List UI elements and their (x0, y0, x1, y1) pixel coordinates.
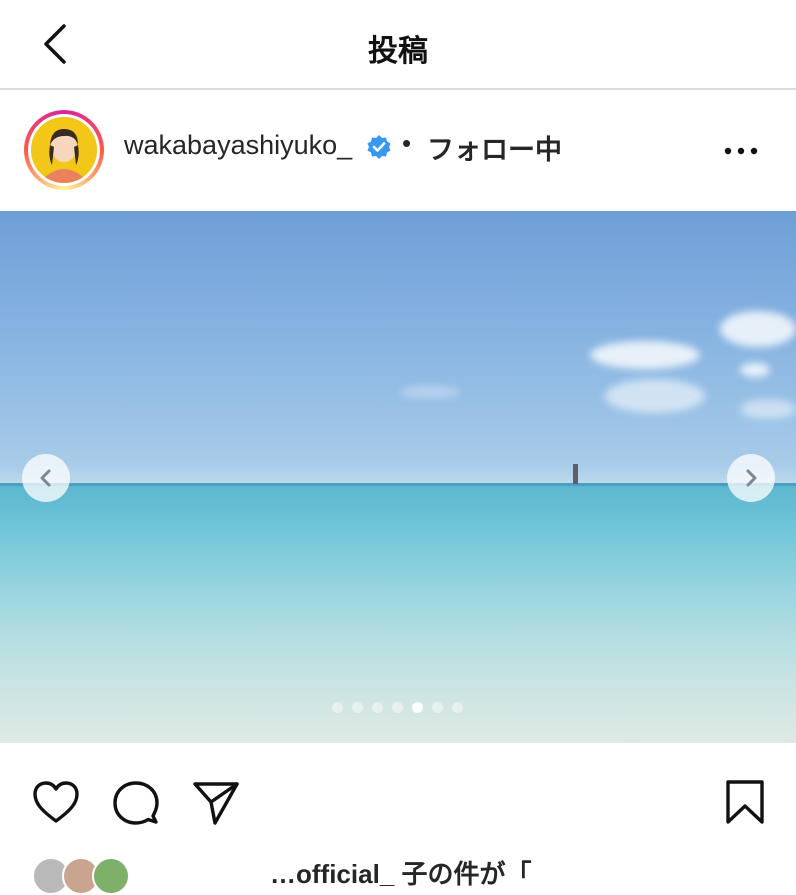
carousel-dot (432, 702, 443, 713)
previous-slide-button[interactable] (22, 454, 70, 502)
carousel-dot (452, 702, 463, 713)
caption-text: …official_ 子の件が「 (270, 859, 532, 889)
separator-dot: • (402, 128, 412, 158)
carousel-dot (412, 702, 423, 713)
horizon-line (0, 483, 796, 486)
avatar (31, 117, 97, 183)
cloud (720, 311, 796, 347)
page-title: 投稿 (368, 35, 428, 68)
avatar (92, 857, 130, 895)
next-slide-button[interactable] (727, 454, 775, 502)
bookmark-icon (726, 780, 764, 824)
liked-by-avatars[interactable] (32, 857, 132, 895)
save-button[interactable] (720, 778, 770, 828)
post-photo[interactable] (0, 211, 796, 743)
share-button[interactable] (191, 778, 241, 828)
top-bar: 投稿 (0, 0, 796, 90)
carousel-dot (332, 702, 343, 713)
comment-button[interactable] (111, 778, 161, 828)
heart-icon (33, 781, 79, 823)
comment-icon (113, 781, 159, 825)
chevron-right-icon (746, 469, 757, 487)
cloud (590, 341, 700, 369)
chevron-left-icon (40, 469, 51, 487)
cloud (605, 379, 705, 413)
more-options-icon (724, 147, 758, 155)
like-button[interactable] (31, 778, 81, 828)
verified-badge-icon (367, 135, 391, 159)
carousel-dot (352, 702, 363, 713)
username-link[interactable]: wakabayashiyuko_ (124, 130, 352, 161)
cloud (400, 386, 460, 398)
paper-plane-icon (193, 782, 239, 825)
avatar-story-ring[interactable] (24, 110, 104, 190)
carousel-dot (392, 702, 403, 713)
carousel-dot (372, 702, 383, 713)
avatar-image (31, 117, 97, 183)
post-header: wakabayashiyuko_ • フォロー中 (0, 90, 796, 210)
following-button[interactable]: フォロー中 (427, 128, 562, 167)
cloud (740, 399, 796, 419)
more-options-button[interactable] (722, 136, 762, 166)
cloud (740, 363, 770, 377)
lighthouse (573, 464, 578, 484)
